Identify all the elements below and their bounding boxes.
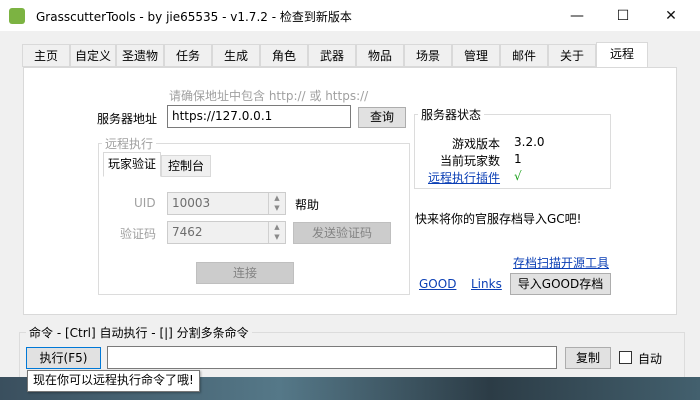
app-window: GrasscutterTools - by jie65535 - v1.7.2 … bbox=[0, 0, 700, 400]
good-link[interactable]: GOOD bbox=[419, 277, 456, 291]
save-scan-tool-link[interactable]: 存档扫描开源工具 bbox=[513, 254, 609, 271]
tab-quest[interactable]: 任务 bbox=[164, 44, 212, 67]
tab-scene[interactable]: 场景 bbox=[404, 44, 452, 67]
player-count-label: 当前玩家数 bbox=[440, 154, 501, 168]
tab-artifact[interactable]: 圣遗物 bbox=[116, 44, 164, 67]
tab-custom[interactable]: 自定义 bbox=[70, 44, 116, 67]
execute-button[interactable]: 执行(F5) bbox=[26, 347, 101, 369]
tab-item[interactable]: 物品 bbox=[356, 44, 404, 67]
command-input[interactable] bbox=[107, 346, 557, 369]
import-good-button[interactable]: 导入GOOD存档 bbox=[510, 273, 611, 295]
tab-mail[interactable]: 邮件 bbox=[500, 44, 548, 67]
remote-exec-group-title: 远程执行 bbox=[102, 135, 157, 152]
query-button[interactable]: 查询 bbox=[358, 107, 406, 128]
game-version-label: 游戏版本 bbox=[452, 137, 501, 151]
tab-manage[interactable]: 管理 bbox=[452, 44, 500, 67]
tab-spawn[interactable]: 生成 bbox=[212, 44, 260, 67]
uid-input[interactable]: 10003 ▲ ▼ bbox=[167, 192, 286, 215]
help-label[interactable]: 帮助 bbox=[295, 196, 319, 213]
server-address-label: 服务器地址 bbox=[97, 112, 158, 126]
promo-text: 快来将你的官服存档导入GC吧! bbox=[415, 212, 582, 226]
command-group-title: 命令 - [Ctrl] 自动执行 - [|] 分割多条命令 bbox=[26, 324, 252, 341]
uid-value: 10003 bbox=[172, 196, 211, 210]
remote-tab-panel: 请确保地址中包含 http:// 或 https:// 服务器地址 https:… bbox=[23, 67, 677, 315]
send-code-button[interactable]: 发送验证码 bbox=[293, 222, 391, 244]
auto-checkbox[interactable] bbox=[619, 351, 632, 364]
command-tooltip: 现在你可以远程执行命令了哦! bbox=[27, 370, 200, 392]
subtab-player-verify[interactable]: 玩家验证 bbox=[103, 152, 161, 177]
tab-weapon[interactable]: 武器 bbox=[308, 44, 356, 67]
title-bar: GrasscutterTools - by jie65535 - v1.7.2 … bbox=[0, 0, 700, 31]
code-spinner-icon[interactable]: ▲ ▼ bbox=[268, 222, 285, 243]
window-title: GrasscutterTools - by jie65535 - v1.7.2 … bbox=[36, 10, 352, 24]
subtab-console[interactable]: 控制台 bbox=[161, 155, 211, 177]
verify-code-label: 验证码 bbox=[120, 227, 157, 241]
maximize-button[interactable]: ☐ bbox=[600, 0, 646, 31]
verify-code-input[interactable]: 7462 ▲ ▼ bbox=[167, 221, 286, 244]
server-status-title: 服务器状态 bbox=[418, 106, 485, 123]
address-hint: 请确保地址中包含 http:// 或 https:// bbox=[169, 89, 369, 103]
connect-button[interactable]: 连接 bbox=[196, 262, 294, 284]
app-icon bbox=[9, 8, 25, 24]
remote-plugin-link[interactable]: 远程执行插件 bbox=[428, 169, 500, 186]
copy-button[interactable]: 复制 bbox=[565, 347, 611, 369]
links-link[interactable]: Links bbox=[471, 277, 502, 291]
auto-label: 自动 bbox=[638, 352, 663, 366]
uid-label: UID bbox=[134, 196, 156, 210]
server-address-input[interactable]: https://127.0.0.1 bbox=[167, 105, 351, 128]
tab-home[interactable]: 主页 bbox=[22, 44, 70, 67]
minimize-button[interactable]: — bbox=[554, 0, 600, 31]
game-version-value: 3.2.0 bbox=[514, 135, 545, 149]
tab-avatar[interactable]: 角色 bbox=[260, 44, 308, 67]
close-button[interactable]: ✕ bbox=[648, 0, 694, 31]
tab-about[interactable]: 关于 bbox=[548, 44, 596, 67]
uid-spinner-icon[interactable]: ▲ ▼ bbox=[268, 193, 285, 214]
verify-code-value: 7462 bbox=[172, 225, 203, 239]
tab-remote[interactable]: 远程 bbox=[596, 42, 648, 68]
plugin-status-check-icon: √ bbox=[514, 169, 522, 183]
player-count-value: 1 bbox=[514, 152, 522, 166]
